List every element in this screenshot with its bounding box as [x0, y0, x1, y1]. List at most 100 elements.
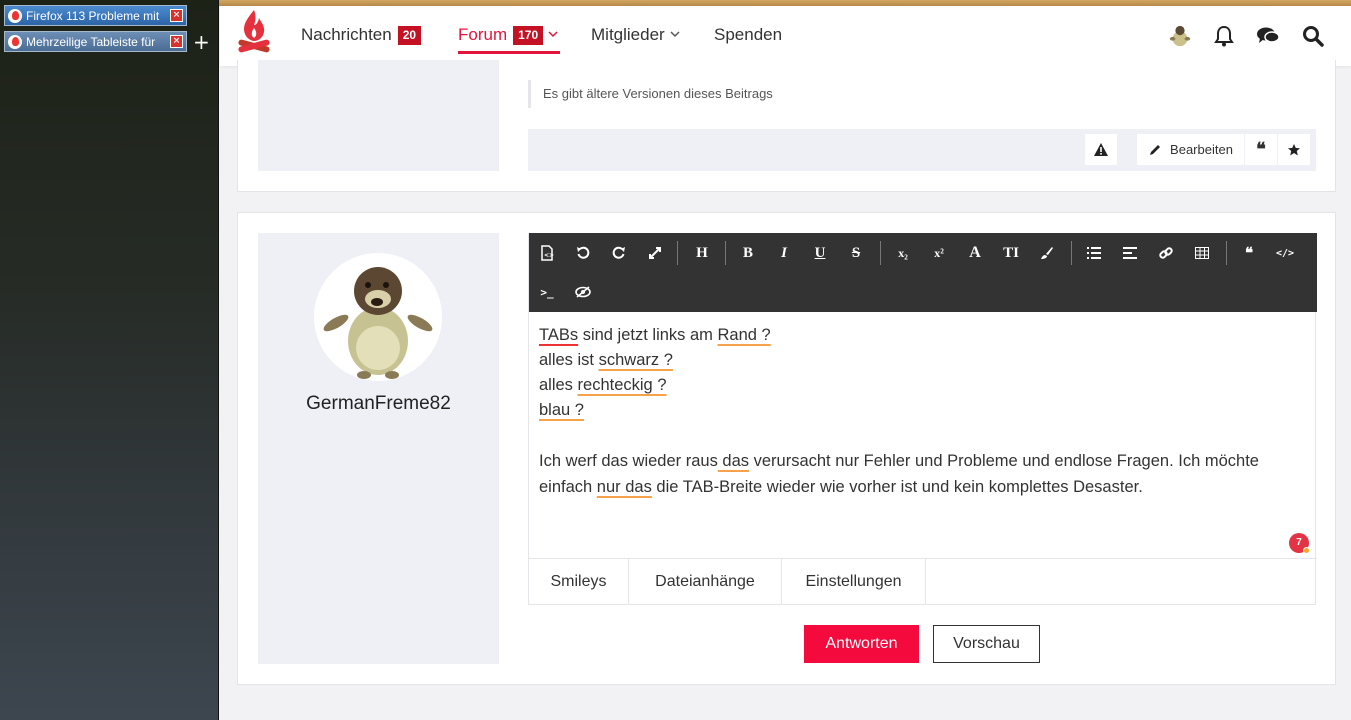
conversations-icon[interactable]	[1256, 24, 1280, 48]
color-icon[interactable]	[1033, 239, 1061, 267]
browser-tab[interactable]: Mehrzeilige Tableiste für ×	[4, 31, 187, 52]
search-icon[interactable]	[1301, 24, 1325, 48]
align-icon[interactable]	[1116, 239, 1144, 267]
message-count-badge: 20	[397, 25, 422, 45]
editor-tabs: Smileys Dateianhänge Einstellungen	[529, 558, 1317, 605]
grammar-status-dot	[1303, 547, 1310, 554]
font-icon[interactable]: A	[961, 239, 989, 267]
browser-tab-title: Mehrzeilige Tableiste für	[26, 34, 156, 49]
editor-line: TABs sind jetzt links am Rand ?	[539, 323, 1299, 348]
editor-line: blau ?	[539, 398, 1299, 423]
terminal-icon[interactable]: >_	[533, 278, 561, 306]
tab-attachments[interactable]: Dateianhänge	[629, 559, 782, 605]
browser-tab-title: Firefox 113 Probleme mit	[26, 8, 160, 23]
post-author-panel	[258, 60, 499, 171]
font-size-icon[interactable]: TI	[997, 239, 1025, 267]
quote-button[interactable]: ❝	[1245, 134, 1277, 165]
preview-button[interactable]: Vorschau	[933, 625, 1040, 663]
nav-label: Mitglieder	[591, 25, 665, 44]
table-icon[interactable]	[1188, 239, 1216, 267]
tab-smileys[interactable]: Smileys	[529, 559, 629, 605]
redo-icon[interactable]	[605, 239, 633, 267]
browser-tab-active[interactable]: Firefox 113 Probleme mit ×	[4, 5, 187, 26]
bookmark-button[interactable]	[1278, 134, 1310, 165]
reply-button[interactable]: Antworten	[804, 625, 919, 663]
bell-icon[interactable]	[1212, 24, 1236, 48]
pencil-icon	[1150, 144, 1161, 155]
text-span: alles	[539, 376, 578, 394]
list-icon[interactable]	[1080, 239, 1108, 267]
spellcheck-word[interactable]: blau ?	[539, 401, 584, 419]
reply-form: GermanFreme82 <> H B I U S x₂ x² A TI ❝ …	[237, 212, 1336, 685]
warning-icon	[1094, 143, 1108, 156]
reply-author-panel: GermanFreme82	[258, 233, 499, 664]
previous-post: Es gibt ältere Versionen dieses Beitrags…	[237, 60, 1336, 192]
campfire-logo-icon[interactable]	[236, 8, 272, 58]
nav-label: Forum	[458, 25, 508, 44]
reply-username[interactable]: GermanFreme82	[258, 393, 499, 415]
svg-text:<>: <>	[544, 252, 554, 259]
chevron-down-icon	[670, 29, 680, 42]
firefox-forum-favicon-icon	[8, 8, 22, 23]
spellcheck-word[interactable]: TABs	[539, 326, 578, 344]
editor-line: alles ist schwarz ?	[539, 348, 1299, 373]
rich-text-editor: <> H B I U S x₂ x² A TI ❝ </> >_ TABs si…	[528, 233, 1317, 605]
edit-button-label: Bearbeiten	[1170, 142, 1233, 157]
superscript-icon[interactable]: x²	[925, 239, 953, 267]
bold-icon[interactable]: B	[734, 239, 762, 267]
text-span: Ich werf das wieder raus	[539, 452, 718, 470]
edit-button[interactable]: Bearbeiten	[1137, 134, 1244, 165]
nav-mitglieder[interactable]: Mitglieder	[591, 25, 680, 45]
nav-nachrichten[interactable]: Nachrichten 20	[301, 25, 422, 45]
nav-spenden[interactable]: Spenden	[714, 25, 782, 45]
close-tab-icon[interactable]: ×	[170, 35, 183, 48]
nav-forum[interactable]: Forum 170	[458, 25, 558, 45]
toolbar-divider	[880, 241, 881, 265]
spellcheck-word[interactable]: rechteckig ?	[578, 376, 667, 394]
spellcheck-word[interactable]: Rand ?	[718, 326, 771, 344]
spellcheck-word[interactable]: schwarz ?	[599, 351, 673, 369]
strikethrough-icon[interactable]: S	[842, 239, 870, 267]
fullscreen-icon[interactable]	[641, 239, 669, 267]
undo-icon[interactable]	[569, 239, 597, 267]
quote-icon: ❝	[1256, 139, 1266, 160]
site-header: Nachrichten 20 Forum 170 Mitglieder Spen…	[220, 6, 1351, 66]
report-button[interactable]	[1085, 134, 1117, 165]
spoiler-icon[interactable]	[569, 278, 597, 306]
tab-settings[interactable]: Einstellungen	[782, 559, 926, 605]
new-tab-button[interactable]: +	[193, 32, 210, 52]
toolbar-divider	[1071, 241, 1072, 265]
avatar[interactable]	[314, 253, 442, 381]
editor-paragraph: Ich werf das wieder raus das verursacht …	[539, 448, 1299, 500]
source-icon[interactable]: <>	[533, 239, 561, 267]
toolbar-divider	[677, 241, 678, 265]
code-icon[interactable]: </>	[1271, 239, 1299, 267]
quote-icon[interactable]: ❝	[1235, 239, 1263, 267]
close-tab-icon[interactable]: ×	[170, 9, 183, 22]
text-span: sind jetzt links am	[578, 326, 718, 344]
star-icon	[1288, 143, 1300, 155]
firefox-forum-favicon-icon	[8, 34, 22, 49]
underline-icon[interactable]: U	[806, 239, 834, 267]
editor-line: alles rechteckig ?	[539, 373, 1299, 398]
vertical-tab-strip: Firefox 113 Probleme mit × Mehrzeilige T…	[0, 0, 219, 720]
nav-label: Spenden	[714, 25, 783, 44]
nav-label: Nachrichten	[301, 25, 392, 44]
heading-icon[interactable]: H	[688, 239, 716, 267]
spellcheck-word[interactable]: das	[718, 452, 749, 470]
text-span: alles ist	[539, 351, 599, 369]
subscript-icon[interactable]: x₂	[889, 239, 917, 267]
editor-toolbar: <> H B I U S x₂ x² A TI ❝ </> >_	[529, 233, 1317, 312]
link-icon[interactable]	[1152, 239, 1180, 267]
forum-count-badge: 170	[513, 25, 544, 45]
toolbar-divider	[1226, 241, 1227, 265]
user-avatar[interactable]	[1168, 24, 1192, 48]
spellcheck-word[interactable]: nur das	[597, 478, 652, 496]
older-versions-note[interactable]: Es gibt ältere Versionen dieses Beitrags	[528, 80, 773, 108]
toolbar-divider	[725, 241, 726, 265]
editor-content[interactable]: TABs sind jetzt links am Rand ? alles ist…	[539, 323, 1299, 500]
post-action-bar: Bearbeiten ❝	[528, 129, 1316, 171]
text-span: die TAB-Breite wieder wie vorher ist und…	[651, 478, 1143, 496]
italic-icon[interactable]: I	[770, 239, 798, 267]
